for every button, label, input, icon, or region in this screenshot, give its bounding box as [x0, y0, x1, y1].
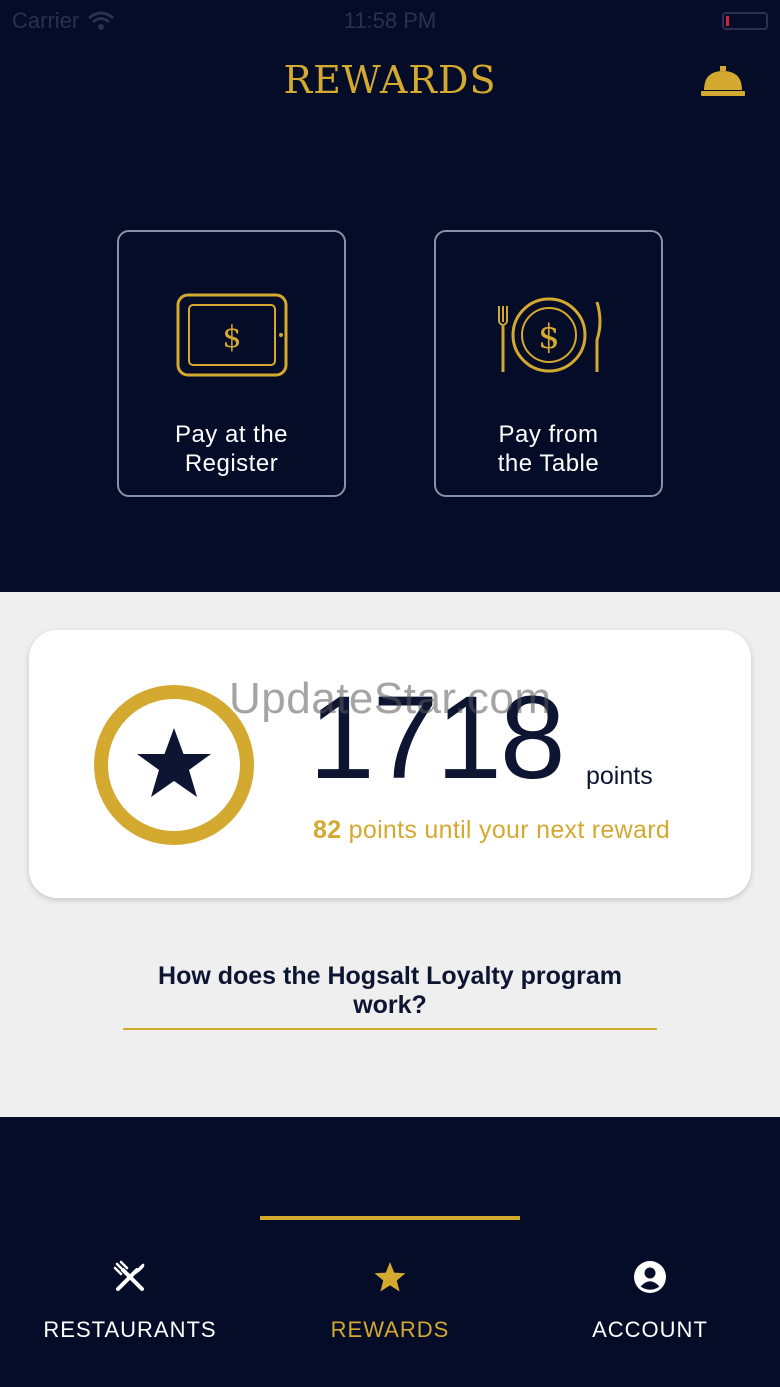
page-title: REWARDS: [283, 58, 497, 102]
tab-account-label: ACCOUNT: [592, 1317, 708, 1342]
next-reward-count: 82: [313, 816, 342, 844]
pay-at-register-label: Pay at the Register: [119, 420, 344, 478]
bottom-tab-bar: RESTAURANTS REWARDS ACCOUNT: [0, 1117, 780, 1387]
service-bell-icon[interactable]: [700, 64, 746, 98]
active-tab-indicator: [260, 1216, 520, 1220]
points-section: 1718 points 82 points until your next re…: [0, 592, 780, 1117]
pay-at-register-line2: Register: [184, 450, 279, 477]
pay-at-register-line1: Pay at the: [174, 421, 289, 448]
pay-from-table-button[interactable]: $ Pay from the Table: [434, 230, 663, 497]
pay-from-table-line2: the Table: [497, 450, 600, 477]
fork-knife-icon: [113, 1260, 145, 1291]
status-bar: Carrier 11:58 PM: [0, 0, 780, 40]
points-unit: points: [586, 762, 653, 790]
status-time: 11:58 PM: [343, 8, 437, 33]
svg-text:$: $: [538, 317, 560, 357]
account-icon: [634, 1261, 666, 1293]
tablet-dollar-icon: $: [176, 293, 287, 377]
points-card: 1718 points 82 points until your next re…: [29, 630, 751, 898]
star-icon: [374, 1262, 406, 1292]
next-reward-label: points until your next reward: [341, 816, 671, 844]
tab-rewards-label: REWARDS: [330, 1317, 450, 1342]
next-reward-text: 82 points until your next reward: [313, 816, 670, 845]
svg-text:$: $: [222, 320, 241, 355]
pay-from-table-line1: Pay from: [498, 421, 599, 448]
pay-from-table-label: Pay from the Table: [436, 420, 661, 478]
pay-at-register-button[interactable]: $ Pay at the Register: [117, 230, 346, 497]
tab-rewards[interactable]: REWARDS: [260, 1257, 520, 1343]
loyalty-help-link[interactable]: How does the Hogsalt Loyalty program wor…: [123, 962, 657, 1030]
plate-dollar-cutlery-icon: $: [497, 297, 601, 373]
rewards-header-area: Carrier 11:58 PM REWARDS $ Pay at the Re…: [0, 0, 780, 592]
watermark: UpdateStar.com: [229, 674, 552, 723]
tab-restaurants-label: RESTAURANTS: [43, 1317, 217, 1342]
battery-icon: [722, 12, 768, 30]
tab-account[interactable]: ACCOUNT: [520, 1257, 780, 1343]
tab-restaurants[interactable]: RESTAURANTS: [0, 1257, 260, 1343]
